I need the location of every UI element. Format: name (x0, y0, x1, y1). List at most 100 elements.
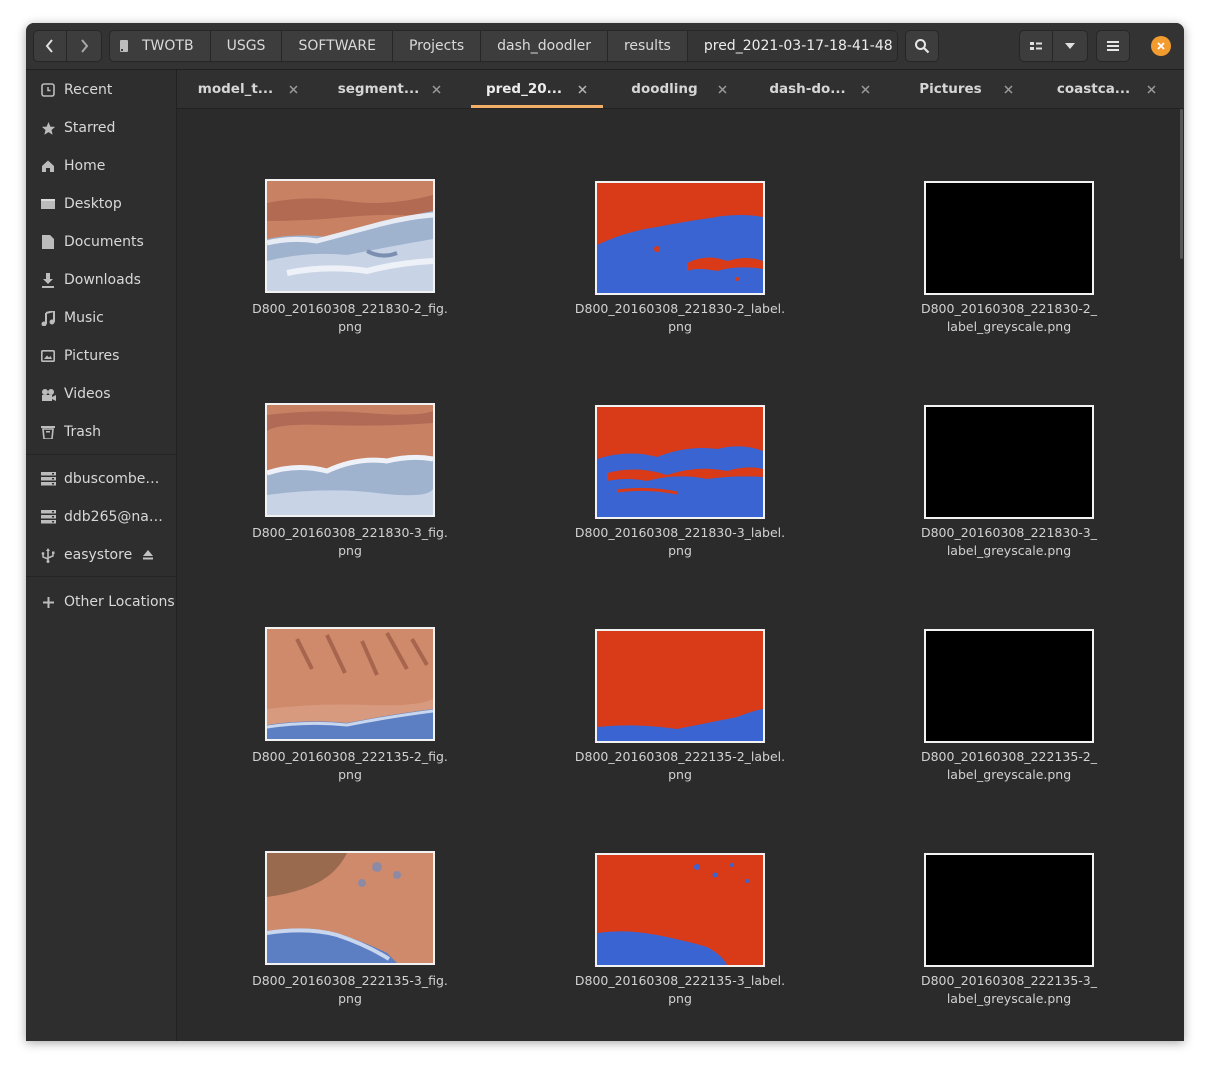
tab-bar: model_t... segment... pred_20... doodlin… (177, 70, 1184, 109)
view-toggle-button[interactable] (1019, 30, 1053, 62)
grid-view-icon (1030, 42, 1042, 50)
file-grid: D800_20160308_221830-2_fig. png D800_2016… (177, 109, 1184, 1041)
breadcrumb-software[interactable]: SOFTWARE (282, 31, 393, 61)
file-item[interactable]: D800_20160308_222135-3_ label_greyscale.p… (899, 851, 1119, 1041)
file-name: D800_20160308_222135-3_fig. png (252, 973, 448, 1006)
sidebar-item-home[interactable]: Home (26, 148, 176, 184)
breadcrumb-label: pred_2021-03-17-18-41-48 (703, 38, 893, 54)
back-button[interactable] (33, 30, 67, 62)
tab-doodling[interactable]: doodling (606, 70, 749, 108)
sidebar-item-other-locations[interactable]: Other Locations (26, 584, 176, 620)
sidebar-item-label: Other Locations (64, 594, 175, 610)
home-icon (40, 158, 56, 174)
breadcrumb-projects[interactable]: Projects (392, 31, 482, 61)
tab-segment[interactable]: segment... (320, 70, 463, 108)
file-item[interactable]: D800_20160308_222135-3_label. png (570, 851, 790, 1041)
image-thumbnail (595, 629, 765, 743)
sidebar-item-videos[interactable]: Videos (26, 376, 176, 412)
network-drive-icon (40, 509, 56, 525)
tab-model[interactable]: model_t... (177, 70, 320, 108)
breadcrumb-results[interactable]: results (607, 31, 688, 61)
network-drive-icon (40, 471, 56, 487)
sidebar-item-label: Music (64, 310, 104, 326)
sidebar-item-desktop[interactable]: Desktop (26, 186, 176, 222)
sidebar-item-trash[interactable]: Trash (26, 414, 176, 450)
main-menu-button[interactable] (1096, 30, 1130, 62)
sidebar-item-starred[interactable]: Starred (26, 110, 176, 146)
sidebar-item-mount-easystore[interactable]: easystore (26, 537, 176, 573)
clock-icon (40, 82, 56, 98)
image-thumbnail (595, 853, 765, 967)
tab-label: coastca... (1056, 81, 1131, 97)
sidebar-item-music[interactable]: Music (26, 300, 176, 336)
sidebar-item-label: Downloads (64, 272, 141, 288)
breadcrumb-current-folder[interactable]: pred_2021-03-17-18-41-48 (687, 31, 897, 61)
close-tab-icon[interactable] (715, 82, 729, 96)
sidebar-item-documents[interactable]: Documents (26, 224, 176, 260)
file-item[interactable]: D800_20160308_221830-3_ label_greyscale.p… (899, 403, 1119, 603)
sidebar-item-mount-dbuscombe[interactable]: dbuscombe@... (26, 461, 176, 497)
tab-pictures[interactable]: Pictures (892, 70, 1035, 108)
file-name: D800_20160308_222135-2_label. png (574, 749, 786, 782)
sidebar-item-label: Starred (64, 120, 116, 136)
image-thumbnail (265, 851, 435, 965)
download-icon (40, 272, 56, 288)
view-options-button[interactable] (1053, 30, 1088, 62)
file-item[interactable]: D800_20160308_221830-2_label. png (570, 179, 790, 379)
sidebar-item-label: Desktop (64, 196, 122, 212)
sidebar-item-label: Documents (64, 234, 144, 250)
go-forward-icon (81, 39, 89, 53)
document-icon (40, 234, 56, 250)
breadcrumb-label: Projects (408, 38, 465, 54)
close-tab-icon[interactable] (858, 82, 872, 96)
file-item[interactable]: D800_20160308_221830-2_ label_greyscale.p… (899, 179, 1119, 379)
sidebar-item-pictures[interactable]: Pictures (26, 338, 176, 374)
tab-pred-active[interactable]: pred_20... (471, 70, 603, 108)
file-item[interactable]: D800_20160308_221830-2_fig. png (240, 179, 460, 379)
search-icon (915, 39, 930, 54)
file-name: D800_20160308_221830-3_label. png (574, 525, 786, 558)
breadcrumb-dash-doodler[interactable]: dash_doodler (481, 31, 608, 61)
eject-icon[interactable] (142, 548, 154, 564)
breadcrumb-usgs[interactable]: USGS (210, 31, 283, 61)
close-tab-icon[interactable] (1001, 82, 1015, 96)
breadcrumb-label: dash_doodler (497, 38, 591, 54)
plus-icon (40, 594, 56, 610)
tab-coastcam[interactable]: coastca... (1035, 70, 1178, 108)
file-name: D800_20160308_222135-2_fig. png (252, 749, 448, 782)
window-close-button[interactable] (1151, 36, 1171, 56)
sidebar-item-downloads[interactable]: Downloads (26, 262, 176, 298)
sidebar-item-mount-ddb265[interactable]: ddb265@nau.... (26, 499, 176, 535)
close-tab-icon[interactable] (286, 82, 300, 96)
trash-icon (40, 424, 56, 440)
close-tab-icon[interactable] (429, 82, 443, 96)
sidebar-item-label: Videos (64, 386, 111, 402)
sidebar-item-label: ddb265@nau.... (64, 509, 164, 525)
breadcrumb-twotb[interactable]: TWOTB (110, 31, 211, 61)
file-item[interactable]: D800_20160308_222135-2_ label_greyscale.p… (899, 627, 1119, 827)
tab-label: model_t... (197, 81, 274, 97)
file-name: D800_20160308_221830-3_ label_greyscale.p… (920, 525, 1098, 558)
tab-dash-doodler[interactable]: dash-do... (749, 70, 892, 108)
tab-label: doodling (631, 81, 698, 97)
file-item[interactable]: D800_20160308_222135-3_fig. png (240, 851, 460, 1041)
desktop-icon (40, 196, 56, 212)
go-back-icon (45, 39, 53, 53)
vertical-scrollbar[interactable] (1180, 109, 1183, 259)
file-item[interactable]: D800_20160308_221830-3_fig. png (240, 403, 460, 603)
file-item[interactable]: D800_20160308_222135-2_label. png (570, 627, 790, 827)
forward-button[interactable] (67, 30, 102, 62)
search-button[interactable] (905, 30, 939, 62)
close-tab-icon[interactable] (575, 82, 589, 96)
file-name: D800_20160308_222135-3_ label_greyscale.p… (920, 973, 1098, 1006)
chevron-down-icon (1065, 43, 1075, 49)
image-thumbnail (265, 403, 435, 517)
close-tab-icon[interactable] (1144, 82, 1158, 96)
usb-icon (40, 547, 56, 563)
file-item[interactable]: D800_20160308_221830-3_label. png (570, 403, 790, 603)
videos-icon (40, 386, 56, 402)
sidebar-item-recent[interactable]: Recent (26, 72, 176, 108)
file-item[interactable]: D800_20160308_222135-2_fig. png (240, 627, 460, 827)
star-icon (40, 120, 56, 136)
file-name: D800_20160308_222135-3_label. png (574, 973, 786, 1006)
